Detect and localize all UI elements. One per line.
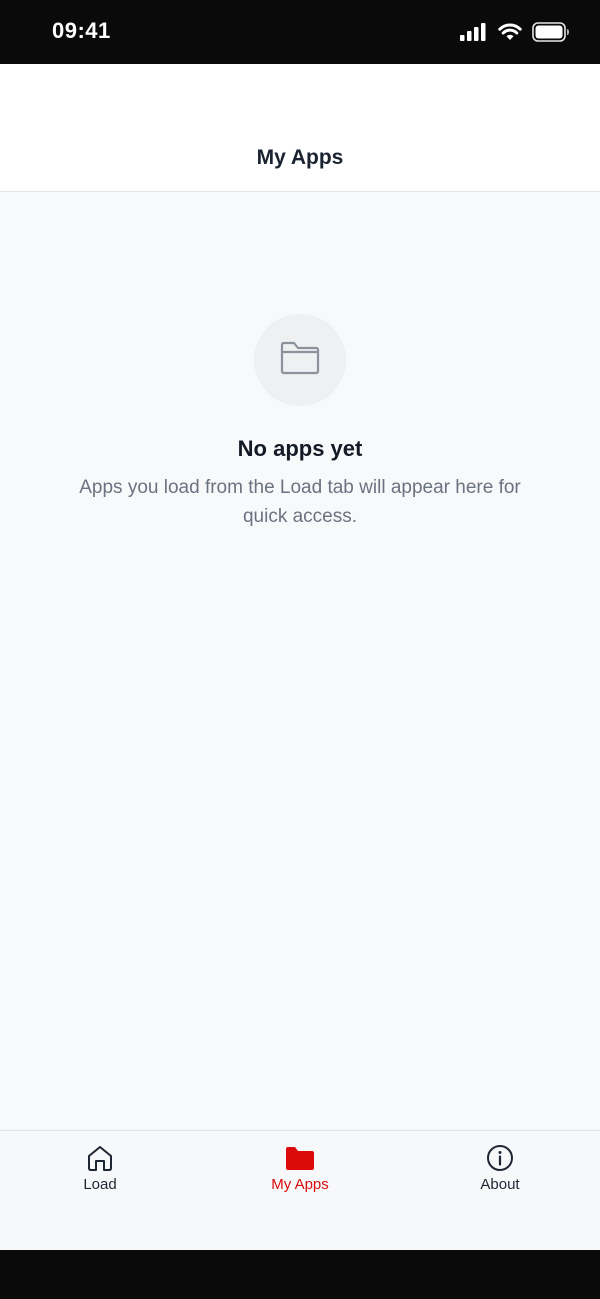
tab-about[interactable]: About xyxy=(400,1131,600,1211)
status-bar: 09:41 xyxy=(0,0,600,64)
page-title: My Apps xyxy=(256,146,344,169)
tab-bar: Load My Apps About xyxy=(0,1130,600,1251)
signal-icon xyxy=(460,23,488,46)
status-time: 09:41 xyxy=(52,18,111,43)
main-content: No apps yet Apps you load from the Load … xyxy=(0,192,600,1130)
home-icon xyxy=(85,1143,115,1173)
tab-about-label: About xyxy=(480,1176,520,1193)
tab-load[interactable]: Load xyxy=(0,1131,200,1211)
empty-state-message: Apps you load from the Load tab will app… xyxy=(79,477,521,527)
home-indicator-area xyxy=(0,1250,600,1299)
info-icon xyxy=(485,1143,515,1173)
tab-my-apps[interactable]: My Apps xyxy=(200,1131,400,1211)
wifi-icon xyxy=(498,23,522,46)
header: My Apps xyxy=(0,64,600,192)
empty-state-title: No apps yet xyxy=(237,436,363,461)
folder-icon xyxy=(285,1143,315,1173)
battery-icon xyxy=(532,22,570,47)
tab-my-apps-label: My Apps xyxy=(271,1176,329,1193)
app-screen: 09:41 My Apps No apps yet Apps you load … xyxy=(0,0,600,1299)
status-icons xyxy=(460,22,570,47)
tab-load-label: Load xyxy=(83,1176,117,1193)
empty-state-icon-container xyxy=(254,314,346,406)
folder-icon xyxy=(280,341,320,380)
